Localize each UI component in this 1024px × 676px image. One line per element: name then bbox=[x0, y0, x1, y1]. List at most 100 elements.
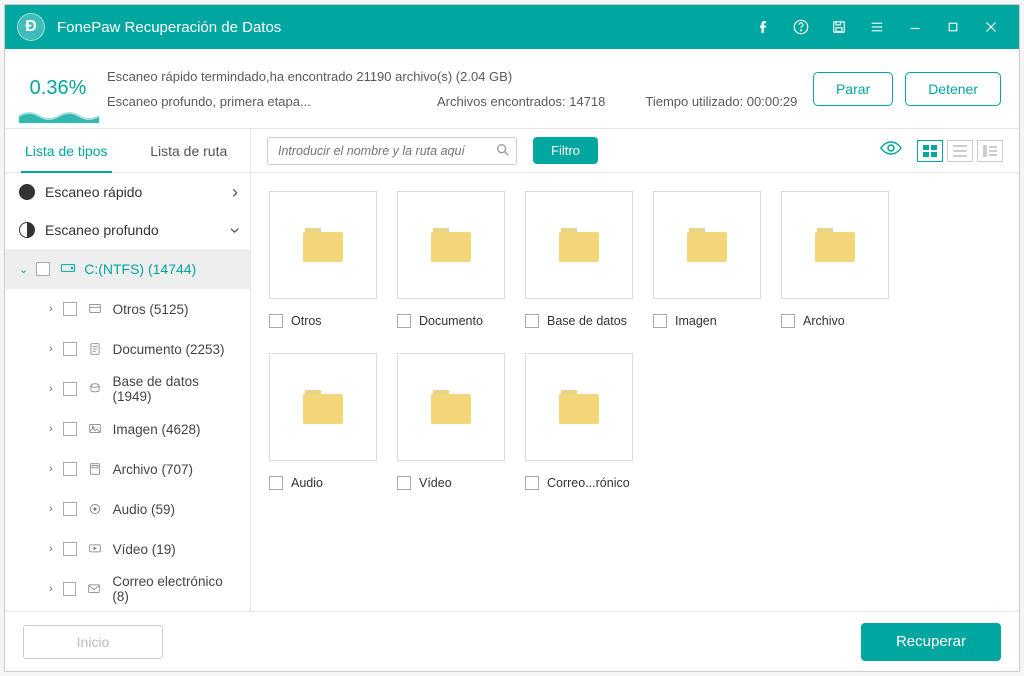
tree-item[interactable]: › Imagen (4628) bbox=[5, 409, 250, 449]
tab-path[interactable]: Lista de ruta bbox=[128, 129, 251, 172]
tree-item-label: Base de datos (1949) bbox=[113, 374, 240, 404]
folder-label: Audio bbox=[291, 476, 323, 490]
footer: Inicio Recuperar bbox=[5, 611, 1019, 671]
deep-scan-row[interactable]: Escaneo profundo › bbox=[5, 211, 250, 249]
folder-icon bbox=[303, 390, 343, 424]
content-panel: Filtro Otros Documento bbox=[251, 129, 1019, 611]
category-icon bbox=[87, 422, 103, 436]
folder-icon bbox=[303, 228, 343, 262]
tree-item[interactable]: › Audio (59) bbox=[5, 489, 250, 529]
folder-thumb bbox=[397, 191, 505, 299]
facebook-icon[interactable] bbox=[747, 11, 779, 43]
start-button[interactable]: Inicio bbox=[23, 625, 163, 659]
search-icon bbox=[495, 142, 511, 163]
folder-card[interactable]: Vídeo bbox=[397, 353, 505, 497]
scan-summary: Escaneo rápido termindado,ha encontrado … bbox=[107, 69, 813, 84]
circle-half-icon bbox=[19, 222, 35, 238]
chevron-right-icon: › bbox=[49, 423, 53, 435]
tab-types[interactable]: Lista de tipos bbox=[5, 129, 128, 172]
minimize-icon[interactable] bbox=[899, 11, 931, 43]
category-icon bbox=[87, 382, 103, 396]
folder-label: Vídeo bbox=[419, 476, 452, 490]
recover-button[interactable]: Recuperar bbox=[861, 623, 1001, 661]
tree-item[interactable]: › Vídeo (19) bbox=[5, 529, 250, 569]
item-checkbox[interactable] bbox=[63, 422, 77, 436]
folder-thumb bbox=[653, 191, 761, 299]
list-view-button[interactable] bbox=[947, 140, 973, 162]
folder-label: Imagen bbox=[675, 314, 717, 328]
folder-card[interactable]: Documento bbox=[397, 191, 505, 335]
folder-checkbox[interactable] bbox=[397, 476, 411, 490]
folder-label: Documento bbox=[419, 314, 483, 328]
folder-label: Archivo bbox=[803, 314, 845, 328]
folder-card[interactable]: Imagen bbox=[653, 191, 761, 335]
drive-checkbox[interactable] bbox=[36, 262, 50, 276]
files-found: Archivos encontrados: 14718 bbox=[437, 94, 605, 109]
tree-item-label: Correo electrónico (8) bbox=[112, 574, 240, 604]
folder-checkbox[interactable] bbox=[525, 314, 539, 328]
item-checkbox[interactable] bbox=[63, 342, 77, 356]
drive-row[interactable]: ⌄ C:(NTFS) (14744) bbox=[5, 249, 250, 289]
filter-button[interactable]: Filtro bbox=[533, 137, 598, 164]
folder-checkbox[interactable] bbox=[269, 476, 283, 490]
pause-button[interactable]: Parar bbox=[813, 72, 893, 106]
item-checkbox[interactable] bbox=[63, 582, 77, 596]
item-checkbox[interactable] bbox=[63, 382, 77, 396]
folder-card[interactable]: Otros bbox=[269, 191, 377, 335]
chevron-down-icon: ⌄ bbox=[19, 263, 28, 276]
item-checkbox[interactable] bbox=[63, 302, 77, 316]
app-window: Ð FonePaw Recuperación de Datos bbox=[4, 4, 1020, 672]
folder-icon bbox=[815, 228, 855, 262]
maximize-icon[interactable] bbox=[937, 11, 969, 43]
folder-label: Correo...rónico bbox=[547, 476, 630, 490]
tree-item[interactable]: › Documento (2253) bbox=[5, 329, 250, 369]
tree-item[interactable]: › Correo electrónico (8) bbox=[5, 569, 250, 609]
folder-icon bbox=[687, 228, 727, 262]
folder-card[interactable]: Correo...rónico bbox=[525, 353, 633, 497]
folder-thumb bbox=[269, 191, 377, 299]
menu-icon[interactable] bbox=[861, 11, 893, 43]
tree-item-label: Audio (59) bbox=[113, 502, 175, 517]
tree-item-label: Archivo (707) bbox=[113, 462, 193, 477]
folder-card[interactable]: Audio bbox=[269, 353, 377, 497]
tree-item[interactable]: › Archivo (707) bbox=[5, 449, 250, 489]
stop-button[interactable]: Detener bbox=[905, 72, 1001, 106]
folder-checkbox[interactable] bbox=[269, 314, 283, 328]
detail-view-button[interactable] bbox=[977, 140, 1003, 162]
grid-view-button[interactable] bbox=[917, 140, 943, 162]
folder-grid: Otros Documento Base de datos Imagen Arc… bbox=[269, 191, 1001, 497]
item-checkbox[interactable] bbox=[63, 462, 77, 476]
search-input[interactable] bbox=[267, 137, 517, 165]
titlebar: Ð FonePaw Recuperación de Datos bbox=[5, 5, 1019, 49]
tree-item-label: Imagen (4628) bbox=[113, 422, 201, 437]
tree-item[interactable]: › Base de datos (1949) bbox=[5, 369, 250, 409]
close-icon[interactable] bbox=[975, 11, 1007, 43]
folder-thumb bbox=[397, 353, 505, 461]
category-icon bbox=[87, 502, 103, 516]
folder-checkbox[interactable] bbox=[653, 314, 667, 328]
folder-icon bbox=[431, 228, 471, 262]
folder-checkbox[interactable] bbox=[781, 314, 795, 328]
chevron-right-icon: › bbox=[49, 383, 53, 395]
circle-full-icon bbox=[19, 184, 35, 200]
folder-card[interactable]: Base de datos bbox=[525, 191, 633, 335]
tree-item-label: Otros (5125) bbox=[113, 302, 189, 317]
toolbar: Filtro bbox=[251, 129, 1019, 173]
drive-icon bbox=[60, 261, 76, 278]
scan-stage: Escaneo profundo, primera etapa... bbox=[107, 94, 397, 109]
chevron-right-icon: › bbox=[49, 303, 53, 315]
category-icon bbox=[86, 582, 102, 596]
category-tree: › Otros (5125)› Documento (2253)› Base d… bbox=[5, 289, 250, 611]
chevron-right-icon: › bbox=[232, 182, 238, 203]
folder-checkbox[interactable] bbox=[525, 476, 539, 490]
quick-scan-row[interactable]: Escaneo rápido › bbox=[5, 173, 250, 211]
tree-item[interactable]: › Otros (5125) bbox=[5, 289, 250, 329]
save-icon[interactable] bbox=[823, 11, 855, 43]
category-icon bbox=[87, 542, 103, 556]
preview-icon[interactable] bbox=[879, 140, 903, 161]
folder-checkbox[interactable] bbox=[397, 314, 411, 328]
help-icon[interactable] bbox=[785, 11, 817, 43]
item-checkbox[interactable] bbox=[63, 542, 77, 556]
folder-card[interactable]: Archivo bbox=[781, 191, 889, 335]
item-checkbox[interactable] bbox=[63, 502, 77, 516]
